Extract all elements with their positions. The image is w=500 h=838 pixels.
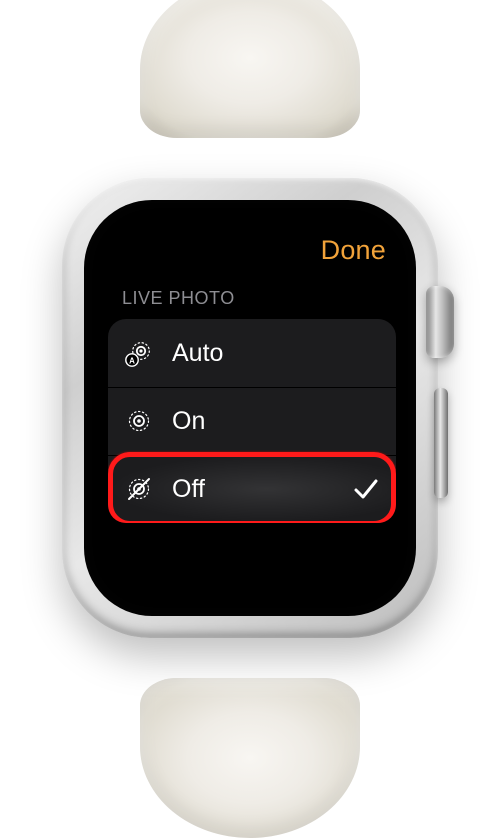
checkmark-icon (352, 475, 380, 503)
done-button[interactable]: Done (321, 235, 386, 266)
section-header-live-photo: LIVE PHOTO (108, 274, 396, 319)
watch-screen: Done LIVE PHOTO A Auto (84, 200, 416, 616)
option-label: Off (172, 475, 352, 504)
live-photo-auto-icon: A (124, 338, 154, 368)
apple-watch-device: Done LIVE PHOTO A Auto (54, 68, 446, 748)
option-row-on[interactable]: On (108, 387, 396, 455)
svg-text:A: A (129, 356, 135, 365)
option-row-off[interactable]: Off (108, 455, 396, 523)
digital-crown[interactable] (426, 286, 454, 358)
side-button[interactable] (434, 388, 448, 498)
watch-band-bottom (140, 678, 360, 838)
live-photo-options-list: A Auto On (108, 319, 396, 523)
live-photo-on-icon (124, 406, 154, 436)
option-label: Auto (172, 339, 380, 368)
option-label: On (172, 407, 380, 436)
watch-case: Done LIVE PHOTO A Auto (62, 178, 438, 638)
live-photo-off-icon (124, 474, 154, 504)
watch-band-top (140, 0, 360, 138)
option-row-auto[interactable]: A Auto (108, 319, 396, 387)
navigation-bar: Done (108, 226, 396, 274)
